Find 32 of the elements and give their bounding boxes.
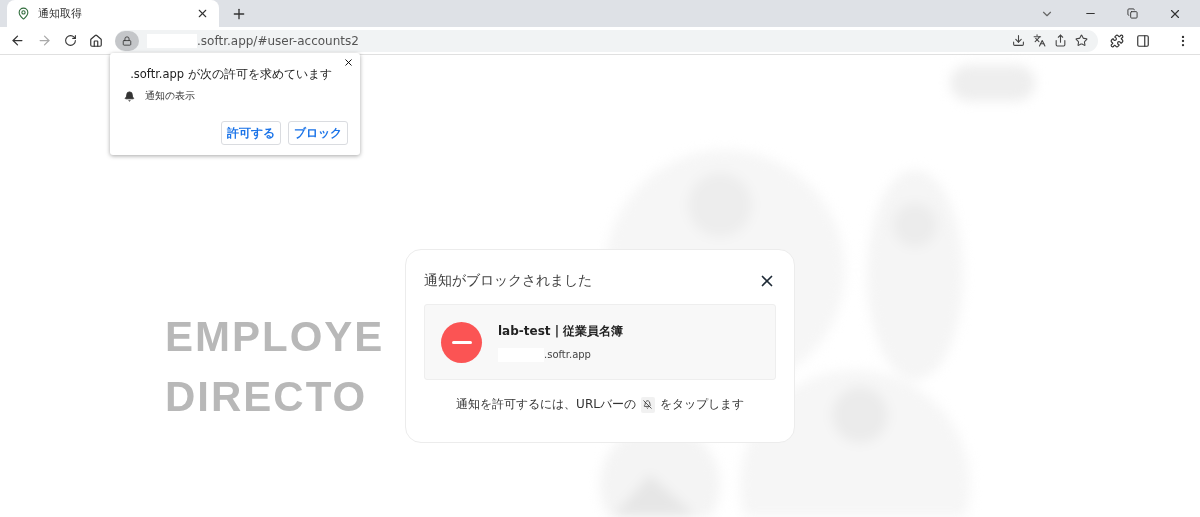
- side-panel-icon[interactable]: [1136, 33, 1150, 48]
- page-heading: DIRECTO: [165, 373, 369, 421]
- tab-title: 通知取得: [38, 6, 83, 21]
- site-domain: .softr.app: [544, 349, 591, 360]
- bell-off-icon: [640, 396, 655, 413]
- popup-title: .softr.app が次の許可を求めています: [130, 67, 332, 82]
- share-icon[interactable]: [1054, 34, 1067, 47]
- hint-text: 通知を許可するには、URLバーの: [456, 396, 636, 413]
- permission-label: 通知の表示: [145, 90, 195, 103]
- hint-text: をタップします: [659, 396, 744, 413]
- translate-icon[interactable]: [1033, 34, 1046, 47]
- page-heading: EMPLOYE: [165, 313, 385, 361]
- star-icon[interactable]: [1075, 34, 1088, 47]
- url-text: .softr.app/#user-accounts2: [197, 33, 359, 48]
- bell-icon: [124, 91, 135, 102]
- close-icon[interactable]: [343, 57, 354, 68]
- puzzle-icon[interactable]: [1110, 33, 1124, 48]
- restore-icon[interactable]: [1127, 8, 1138, 19]
- download-icon[interactable]: [1012, 34, 1025, 47]
- pin-icon: [17, 7, 30, 20]
- browser-tab[interactable]: 通知取得: [7, 0, 219, 27]
- address-bar[interactable]: .softr.app/#user-accounts2: [115, 29, 1098, 52]
- lock-icon[interactable]: [115, 30, 139, 51]
- home-icon[interactable]: [89, 33, 103, 48]
- modal-title: 通知がブロックされました: [424, 272, 592, 290]
- site-name: lab-test | 従業員名簿: [498, 322, 624, 340]
- blocked-icon: [441, 321, 482, 363]
- back-icon[interactable]: [10, 33, 25, 48]
- close-icon[interactable]: [196, 7, 209, 20]
- block-button[interactable]: ブロック: [288, 121, 348, 145]
- allow-button[interactable]: 許可する: [221, 121, 281, 145]
- reload-icon[interactable]: [64, 34, 77, 47]
